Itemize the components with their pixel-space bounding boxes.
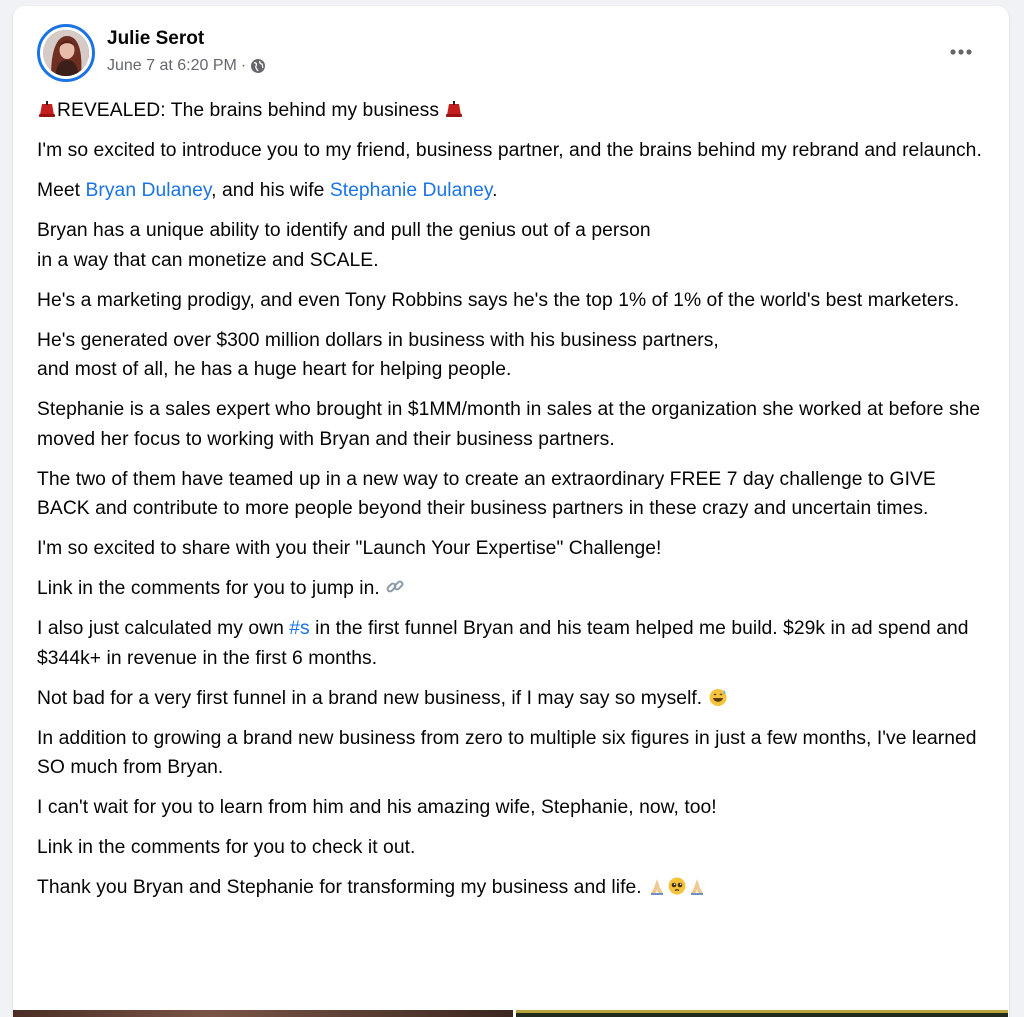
pleading-face-emoji bbox=[667, 876, 687, 896]
post-paragraph: I also just calculated my own #s in the … bbox=[37, 614, 987, 673]
more-options-icon bbox=[949, 43, 973, 61]
post-paragraph: Meet Bryan Dulaney, and his wife Stephan… bbox=[37, 176, 987, 206]
media-image-right[interactable] bbox=[516, 1010, 1008, 1017]
post-card: Julie Serot June 7 at 6:20 PM · REVEALED… bbox=[13, 6, 1009, 1017]
text-line: in a way that can monetize and SCALE. bbox=[37, 249, 379, 271]
hashtag-link[interactable]: #s bbox=[289, 618, 309, 639]
text-line: He's generated over $300 million dollars… bbox=[37, 329, 719, 351]
post-paragraph: In addition to growing a brand new busin… bbox=[37, 727, 977, 779]
post-text: REVEALED: The brains behind my business … bbox=[37, 96, 987, 913]
post-meta: June 7 at 6:20 PM · bbox=[107, 57, 266, 75]
text-line: Bryan has a unique ability to identify a… bbox=[37, 220, 651, 241]
post-paragraph: Not bad for a very first funnel in a bra… bbox=[37, 684, 987, 714]
post-headline: REVEALED: The brains behind my business bbox=[57, 100, 440, 121]
post-paragraph: I'm so excited to introduce you to my fr… bbox=[37, 140, 982, 161]
post-timestamp[interactable]: June 7 at 6:20 PM bbox=[107, 57, 237, 75]
post-paragraph: Link in the comments for you to check it… bbox=[37, 837, 416, 858]
text-fragment: Not bad for a very first funnel in a bra… bbox=[37, 687, 703, 709]
author-avatar[interactable] bbox=[37, 24, 95, 82]
globe-icon[interactable] bbox=[250, 58, 266, 74]
post-paragraph: REVEALED: The brains behind my business bbox=[37, 96, 987, 126]
text-fragment: I also just calculated my own bbox=[37, 618, 290, 639]
red-fez-hat-emoji bbox=[37, 99, 57, 119]
post-paragraph: Bryan has a unique ability to identify a… bbox=[37, 216, 987, 275]
folded-hands-emoji bbox=[687, 876, 707, 896]
text-fragment: , and his wife bbox=[211, 180, 330, 201]
media-image-left[interactable] bbox=[13, 1010, 513, 1017]
more-options-button[interactable] bbox=[941, 36, 981, 68]
post-paragraph: I'm so excited to share with you their "… bbox=[37, 538, 662, 559]
post-paragraph: Link in the comments for you to jump in. bbox=[37, 574, 987, 604]
red-fez-hat-emoji bbox=[444, 99, 464, 119]
text-fragment: Link in the comments for you to jump in. bbox=[37, 578, 380, 599]
link-emoji bbox=[385, 577, 405, 597]
post-paragraph: The two of them have teamed up in a new … bbox=[37, 468, 936, 520]
post-paragraph: He's generated over $300 million dollars… bbox=[37, 326, 987, 385]
text-fragment: . bbox=[492, 180, 498, 201]
grinning-sweat-emoji bbox=[708, 687, 728, 707]
text-line: and most of all, he has a huge heart for… bbox=[37, 359, 512, 380]
post-paragraph: Thank you Bryan and Stephanie for transf… bbox=[37, 873, 987, 903]
folded-hands-emoji bbox=[647, 876, 667, 896]
author-name[interactable]: Julie Serot bbox=[107, 28, 204, 50]
text-fragment: Meet bbox=[37, 180, 86, 201]
post-header: Julie Serot June 7 at 6:20 PM · bbox=[37, 24, 977, 84]
mention-bryan-dulaney[interactable]: Bryan Dulaney bbox=[85, 180, 211, 201]
post-paragraph: I can't wait for you to learn from him a… bbox=[37, 797, 717, 818]
text-fragment: Thank you Bryan and Stephanie for transf… bbox=[37, 877, 642, 898]
mention-stephanie-dulaney[interactable]: Stephanie Dulaney bbox=[330, 180, 492, 201]
profile-photo bbox=[43, 30, 89, 76]
post-paragraph: Stephanie is a sales expert who brought … bbox=[37, 399, 981, 450]
post-media[interactable] bbox=[13, 1010, 1009, 1017]
meta-separator: · bbox=[240, 57, 247, 74]
post-paragraph: He's a marketing prodigy, and even Tony … bbox=[37, 289, 960, 311]
